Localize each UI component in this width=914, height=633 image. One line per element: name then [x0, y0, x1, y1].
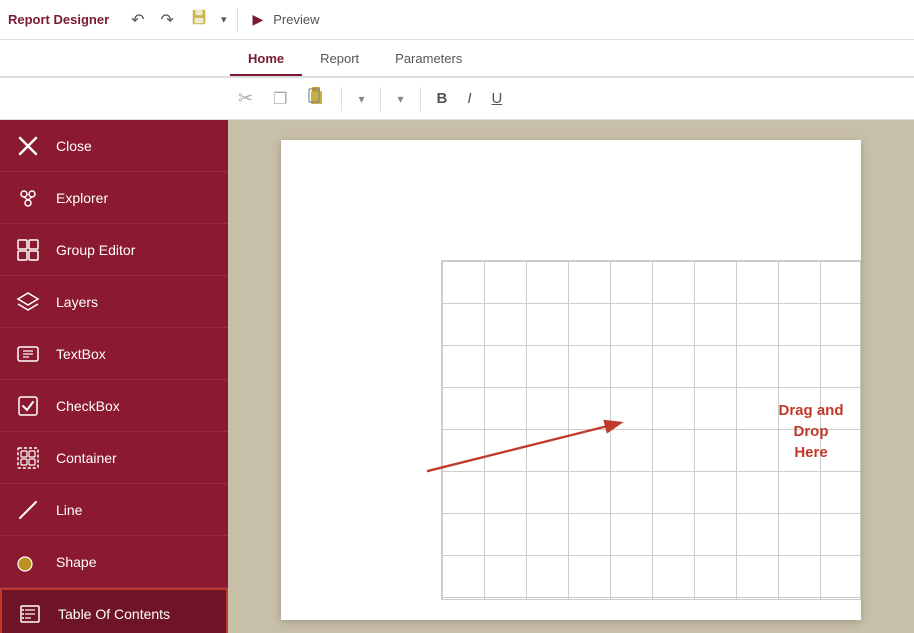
underline-button[interactable]: U	[484, 86, 511, 111]
canvas-area: Drag and Drop Here	[228, 120, 914, 633]
sidebar-item-line[interactable]: Line	[0, 484, 228, 536]
sidebar-item-textbox-label: TextBox	[56, 346, 106, 362]
container-icon	[14, 444, 42, 472]
cut-button[interactable]: ✂	[230, 84, 261, 113]
redo-button[interactable]: ↷	[155, 6, 180, 34]
sep-format-1	[341, 87, 342, 111]
paste-button[interactable]	[299, 82, 333, 115]
sidebar-item-checkbox-label: CheckBox	[56, 398, 120, 414]
top-toolbar: Report Designer ↶ ↷ ▾ ▶ Preview	[0, 0, 914, 40]
tab-bar: Home Report Parameters	[0, 40, 914, 78]
sidebar-item-group-editor-label: Group Editor	[56, 242, 135, 258]
app-title: Report Designer	[8, 12, 109, 27]
drag-drop-label: Drag and Drop Here	[761, 400, 861, 463]
size-dropdown-button[interactable]: ▾	[389, 86, 411, 112]
layers-icon	[14, 288, 42, 316]
sidebar-item-explorer[interactable]: Explorer	[0, 172, 228, 224]
sidebar-item-toc-label: Table Of Contents	[58, 606, 170, 622]
tab-report[interactable]: Report	[302, 43, 377, 76]
sep-format-3	[420, 87, 421, 111]
font-dropdown-button[interactable]: ▾	[350, 86, 372, 112]
line-icon	[14, 496, 42, 524]
sidebar-item-close[interactable]: Close	[0, 120, 228, 172]
sep1	[237, 8, 238, 32]
page: Drag and Drop Here	[281, 140, 861, 620]
sidebar-item-shape-label: Shape	[56, 554, 96, 570]
main-layout: Close Explorer Group Editor Layers	[0, 120, 914, 633]
sidebar-item-layers[interactable]: Layers	[0, 276, 228, 328]
save-button[interactable]	[184, 4, 214, 35]
sidebar-item-line-label: Line	[56, 502, 82, 518]
format-toolbar: ✂ ❐ ▾ ▾ B I U	[0, 78, 914, 120]
sidebar-item-table-of-contents[interactable]: Table Of Contents	[0, 588, 228, 633]
sidebar-item-shape[interactable]: Shape	[0, 536, 228, 588]
sidebar-item-explorer-label: Explorer	[56, 190, 108, 206]
sep-format-2	[380, 87, 381, 111]
bold-button[interactable]: B	[429, 86, 456, 111]
sidebar-item-close-label: Close	[56, 138, 92, 154]
checkbox-icon	[14, 392, 42, 420]
close-icon	[14, 132, 42, 160]
copy-button[interactable]: ❐	[265, 85, 295, 113]
sidebar: Close Explorer Group Editor Layers	[0, 120, 228, 633]
preview-label: Preview	[273, 12, 319, 27]
tab-home[interactable]: Home	[230, 43, 302, 76]
sidebar-item-checkbox[interactable]: CheckBox	[0, 380, 228, 432]
tab-parameters[interactable]: Parameters	[377, 43, 480, 76]
explorer-icon	[14, 184, 42, 212]
group-editor-icon	[14, 236, 42, 264]
italic-button[interactable]: I	[459, 86, 479, 111]
shape-icon	[14, 548, 42, 576]
preview-play-button[interactable]: ▶	[246, 7, 269, 32]
sidebar-item-textbox[interactable]: TextBox	[0, 328, 228, 380]
sidebar-item-container[interactable]: Container	[0, 432, 228, 484]
textbox-icon	[14, 340, 42, 368]
sidebar-item-group-editor[interactable]: Group Editor	[0, 224, 228, 276]
toc-icon	[16, 600, 44, 628]
undo-button[interactable]: ↶	[125, 6, 150, 34]
sidebar-item-container-label: Container	[56, 450, 117, 466]
save-dropdown-button[interactable]: ▾	[218, 11, 230, 28]
sidebar-item-layers-label: Layers	[56, 294, 98, 310]
